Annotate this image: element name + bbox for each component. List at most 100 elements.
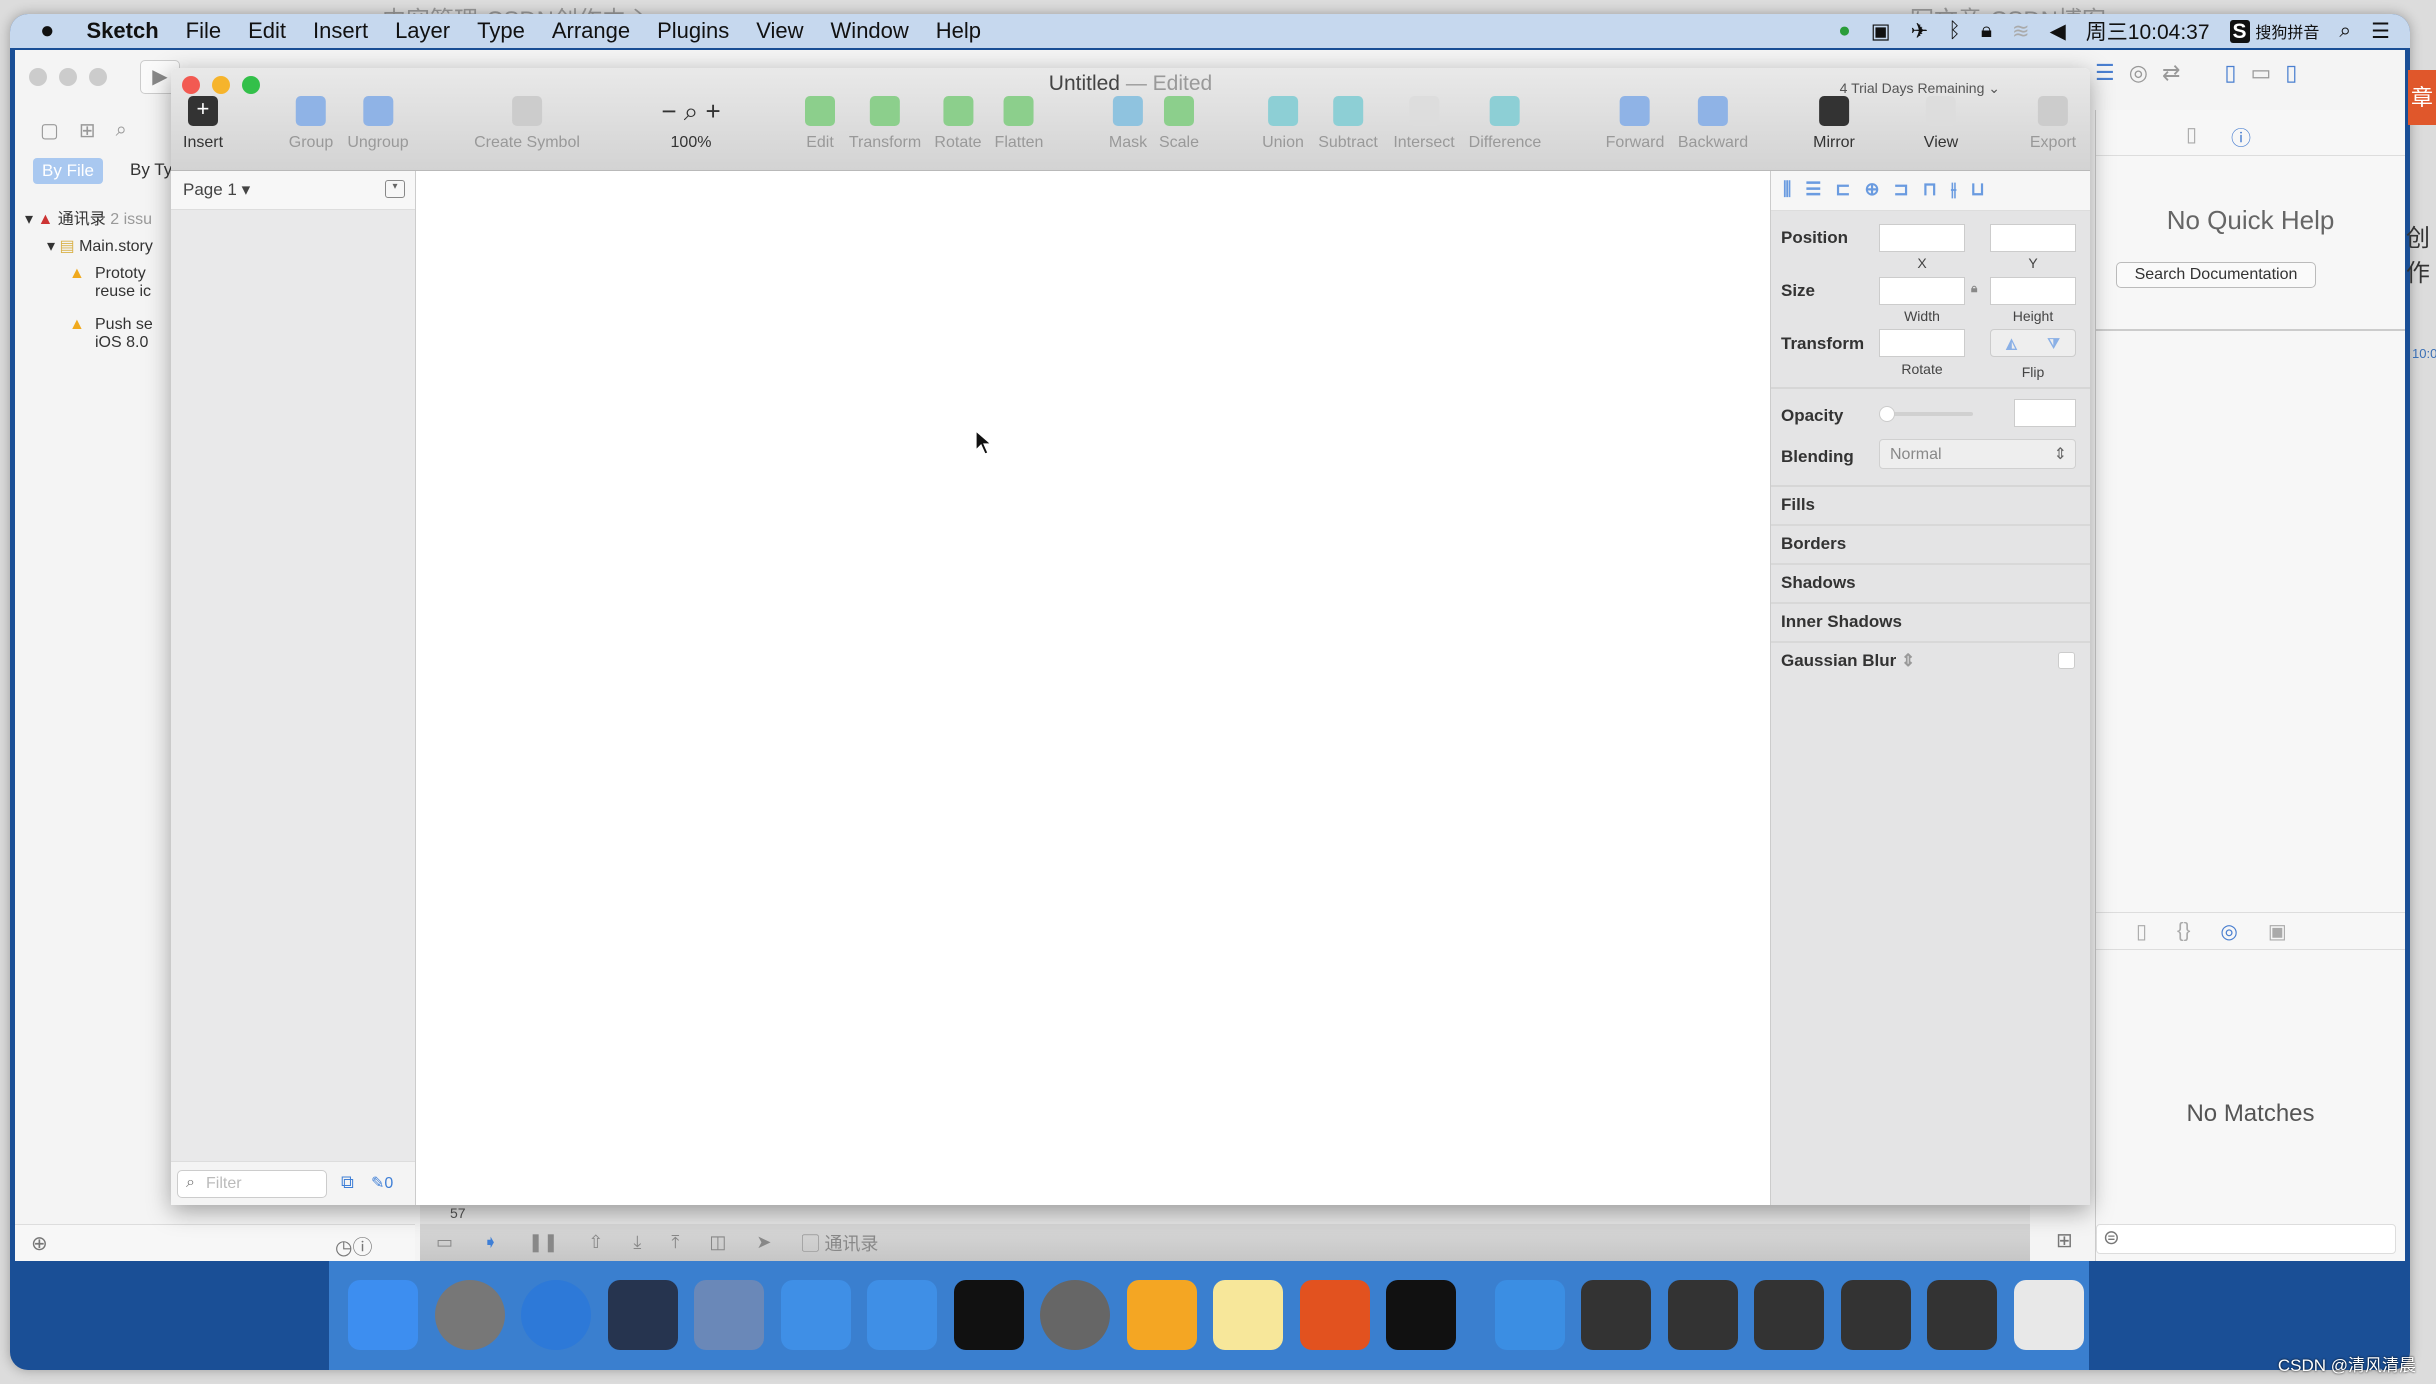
dock-finder-icon[interactable]	[348, 1280, 418, 1350]
file-template-icon[interactable]: ▯	[2136, 919, 2147, 944]
notification-center-icon[interactable]: ☰	[2371, 19, 2390, 44]
gaussian-blur-section[interactable]: Gaussian Blur ⇕	[1771, 643, 2090, 682]
distribute-horizontal-icon[interactable]: ⫼	[1783, 179, 1791, 202]
toolbar-intersect-button[interactable]: Intersect	[1393, 96, 1455, 152]
opacity-field[interactable]	[2014, 399, 2076, 427]
align-center-icon[interactable]: ⊕	[1865, 179, 1880, 202]
menu-type[interactable]: Type	[477, 18, 525, 44]
align-bottom-icon[interactable]: ⊔	[1971, 179, 1985, 202]
y-field[interactable]	[1990, 224, 2076, 252]
filter-input[interactable]: ⌕ Filter	[177, 1170, 327, 1198]
gaussian-blur-checkbox[interactable]	[2058, 652, 2075, 669]
input-method[interactable]: S 搜狗拼音	[2229, 19, 2319, 44]
add-icon[interactable]: ⊕	[31, 1231, 48, 1256]
lock-icon[interactable]: 🔒︎	[1981, 19, 1992, 43]
dock-window-1-icon[interactable]	[1581, 1280, 1651, 1350]
dock-window-5-icon[interactable]	[1927, 1280, 1997, 1350]
inner-shadows-section[interactable]: Inner Shadows	[1771, 604, 2090, 643]
borders-section[interactable]: Borders	[1771, 526, 2090, 565]
toolbar-scale-button[interactable]: Scale	[1159, 96, 1199, 152]
dock-quicktime-icon[interactable]	[1494, 1280, 1565, 1350]
quick-help-icon[interactable]: ⓘ	[2231, 122, 2251, 151]
menu-insert[interactable]: Insert	[313, 18, 368, 44]
lock-icon[interactable]: 🔒︎	[1971, 281, 1977, 296]
menu-help[interactable]: Help	[936, 18, 981, 44]
minimize-button[interactable]	[59, 68, 77, 86]
assistant-editor-icon[interactable]: ◎	[2129, 60, 2148, 86]
dock-sketch-icon[interactable]	[1126, 1280, 1197, 1350]
scheme-label[interactable]: ▢ 通讯录	[801, 1230, 878, 1256]
tree-item-storyboard[interactable]: ▾ ▤ Main.story	[47, 236, 153, 256]
dock-safari-icon[interactable]	[521, 1280, 591, 1350]
flip-horizontal-icon[interactable]: ◭	[2006, 335, 2017, 352]
dock-notes-icon[interactable]	[1213, 1280, 1283, 1350]
toolbar-union-button[interactable]: Union	[1262, 96, 1304, 152]
menu-file[interactable]: File	[186, 18, 221, 44]
toolbar-view-button[interactable]: View	[1924, 96, 1958, 152]
version-editor-icon[interactable]: ⇄	[2162, 60, 2180, 86]
dock-window-3-icon[interactable]	[1754, 1280, 1824, 1350]
camera-icon[interactable]: ▣	[1871, 19, 1891, 44]
toolbar-mirror-button[interactable]: Mirror	[1813, 96, 1855, 152]
flip-vertical-icon[interactable]: ⧩	[2047, 335, 2060, 352]
airplane-icon[interactable]: ✈	[1911, 19, 1929, 44]
step-in-icon[interactable]: ⤓	[633, 1232, 641, 1253]
apple-icon[interactable]: ●	[40, 17, 55, 45]
toolbar-export-button[interactable]: Export	[2030, 96, 2076, 152]
toolbar-backward-button[interactable]: Backward	[1678, 96, 1748, 152]
tab-by-file[interactable]: By File	[33, 158, 103, 184]
hierarchy-icon[interactable]: ⊞	[79, 118, 96, 143]
debug-toggle-icon[interactable]: ▭	[2250, 60, 2271, 86]
shadows-section[interactable]: Shadows	[1771, 565, 2090, 604]
location-icon[interactable]: ➤	[756, 1232, 771, 1253]
menu-plugins[interactable]: Plugins	[657, 18, 729, 44]
dock-system-preferences-icon[interactable]	[1040, 1280, 1110, 1350]
dock-mouse-icon[interactable]	[607, 1280, 678, 1350]
pages-toggle-icon[interactable]: ▾	[385, 180, 405, 198]
clock[interactable]: 周三10:04:37	[2086, 16, 2210, 46]
dock-trash-icon[interactable]	[2013, 1280, 2084, 1350]
dock-xcode-icon[interactable]	[780, 1280, 851, 1350]
step-over-icon[interactable]: ⇧	[588, 1232, 603, 1253]
code-snippet-icon[interactable]: {}	[2177, 920, 2190, 943]
object-library-icon[interactable]: ◎	[2220, 919, 2237, 944]
menu-app[interactable]: Sketch	[87, 18, 159, 44]
volume-icon[interactable]: ◀	[2050, 19, 2066, 44]
spotlight-icon[interactable]: ⌕	[2339, 19, 2351, 43]
height-field[interactable]	[1990, 277, 2076, 305]
hide-debug-icon[interactable]: ▭	[436, 1232, 453, 1253]
toolbar-difference-button[interactable]: Difference	[1469, 96, 1541, 152]
dock-launchpad-icon[interactable]	[434, 1280, 505, 1350]
menu-window[interactable]: Window	[831, 18, 909, 44]
toolbar-subtract-button[interactable]: Subtract	[1318, 96, 1378, 152]
align-right-icon[interactable]: ⊐	[1894, 179, 1909, 202]
canvas[interactable]	[416, 171, 1770, 1205]
width-field[interactable]	[1879, 277, 1965, 305]
align-middle-icon[interactable]: ⫲	[1951, 179, 1957, 202]
search-documentation-button[interactable]: Search Documentation	[2116, 262, 2316, 288]
opacity-slider[interactable]	[1879, 406, 1973, 422]
tree-item-warning[interactable]: ▲ Prototy reuse ic	[69, 265, 151, 301]
tree-item-project[interactable]: ▾ ▲ 通讯录 2 issu	[25, 205, 152, 229]
dock-terminal-icon[interactable]	[953, 1280, 1024, 1350]
media-library-icon[interactable]: ▣	[2268, 919, 2287, 944]
dock-console-icon[interactable]	[1386, 1280, 1456, 1350]
search-icon[interactable]: ⌕	[116, 119, 127, 142]
navigator-toggle-icon[interactable]: ▯	[2224, 60, 2236, 86]
menu-edit[interactable]: Edit	[248, 18, 286, 44]
toolbar-create-symbol-button[interactable]: Create Symbol	[474, 96, 580, 152]
dock-window-2-icon[interactable]	[1667, 1280, 1738, 1350]
warnings-filter-icon[interactable]: ◷ⓘ	[335, 1231, 372, 1260]
toolbar-edit-button[interactable]: Edit	[805, 96, 835, 152]
page-selector[interactable]: Page 1 ▾	[183, 180, 250, 200]
zoom-button[interactable]	[89, 68, 107, 86]
align-top-icon[interactable]: ⊓	[1923, 179, 1937, 202]
wifi-icon[interactable]: ≋	[2012, 19, 2030, 44]
step-out-icon[interactable]: ⤒	[671, 1232, 679, 1253]
toolbar-flatten-button[interactable]: Flatten	[995, 96, 1043, 152]
slices-filter-icon[interactable]: ✎0	[371, 1173, 393, 1193]
dock-simulator-icon[interactable]	[867, 1280, 937, 1350]
recorder-icon[interactable]: ●	[1838, 19, 1851, 43]
distribute-vertical-icon[interactable]: ☰	[1805, 179, 1821, 202]
utilities-toggle-icon[interactable]: ▯	[2285, 60, 2297, 86]
